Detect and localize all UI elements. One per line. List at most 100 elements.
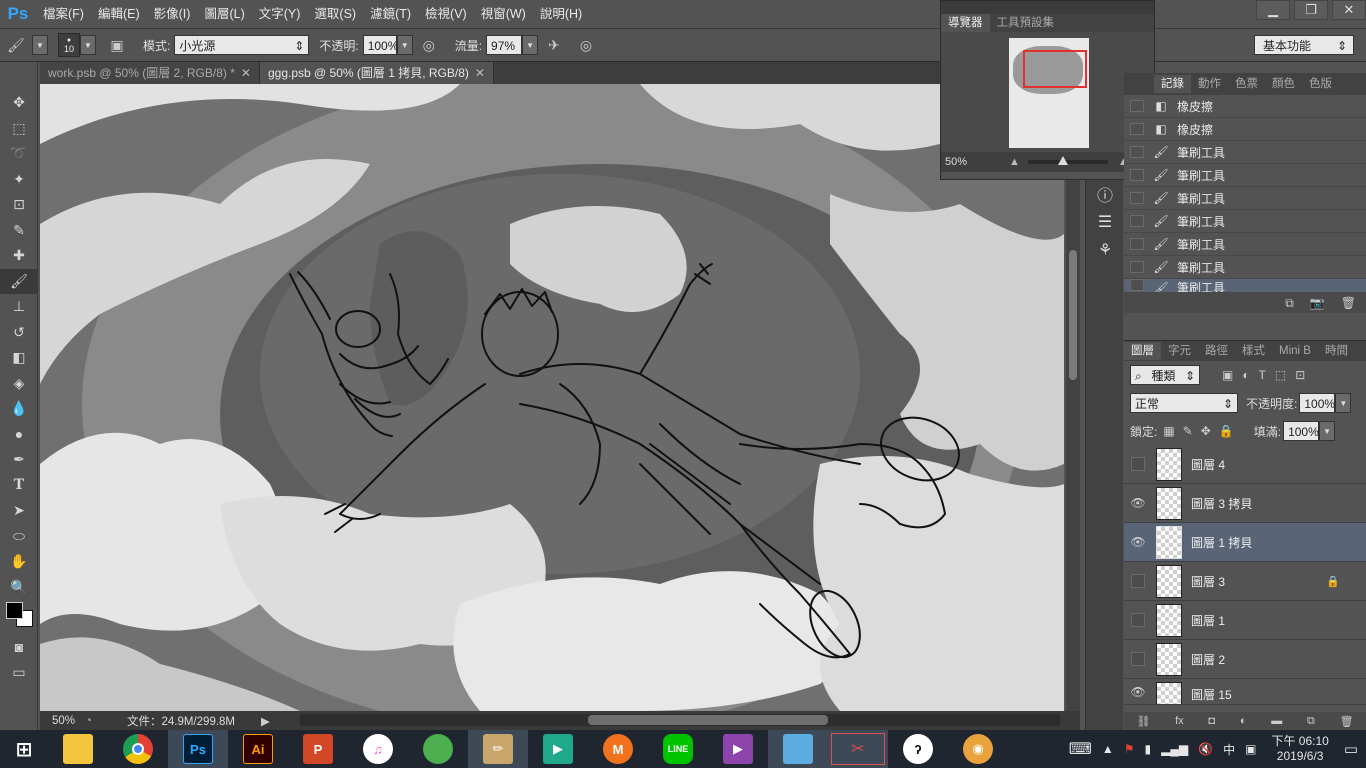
history-item[interactable]: 🖌 筆刷工具 (1124, 164, 1366, 187)
opacity-dropdown-icon[interactable]: ▼ (1335, 393, 1352, 413)
status-arrow-icon[interactable]: ▶ (261, 714, 270, 728)
trash-icon[interactable]: 🗑 (1341, 296, 1356, 310)
menu-help[interactable]: 說明(H) (533, 0, 589, 28)
history-brush-icon[interactable]: ↺ (0, 320, 38, 346)
hand-icon[interactable]: ✋ (0, 549, 38, 575)
taskbar-snipping-tool[interactable]: ✂ (828, 730, 888, 768)
taskbar-chrome[interactable] (108, 730, 168, 768)
adjustment-layer-icon[interactable]: ◐ (1240, 715, 1247, 727)
opacity-input[interactable]: 100% (362, 35, 398, 55)
taskbar-notes-app[interactable] (768, 730, 828, 768)
link-icon[interactable]: ⛓ (1136, 715, 1150, 728)
taskbar-pencil-app[interactable]: ✏ (468, 730, 528, 768)
new-layer-icon[interactable]: ⧉ (1307, 715, 1315, 728)
status-menu-icon[interactable]: ◔ (85, 715, 103, 727)
horizontal-scroll-thumb[interactable] (588, 715, 828, 725)
tab-color[interactable]: 顏色 (1265, 75, 1302, 93)
layer-row[interactable]: 👁 圖層 15 (1124, 679, 1366, 705)
history-snapshot-toggle[interactable] (1130, 123, 1144, 135)
start-button[interactable]: ⊞ (0, 730, 48, 768)
brush-icon[interactable]: 🖌 (0, 268, 38, 294)
tab-swatches[interactable]: 色票 (1228, 75, 1265, 93)
taskbar-file-explorer[interactable] (48, 730, 108, 768)
layer-row[interactable]: 圖層 3 🔒 (1124, 562, 1366, 601)
path-select-icon[interactable]: ➤ (0, 498, 38, 524)
layer-row[interactable]: 圖層 4 (1124, 445, 1366, 484)
taskbar-painter[interactable] (408, 730, 468, 768)
eraser-icon[interactable]: ◧ (0, 345, 38, 371)
tab-character[interactable]: 字元 (1161, 342, 1198, 360)
new-document-from-state-icon[interactable]: ⧉ (1285, 296, 1294, 311)
eyedropper-icon[interactable]: ✎ (0, 218, 38, 244)
zoom-out-icon[interactable]: ▲ (1009, 156, 1020, 168)
ime-indicator[interactable]: 中 (1223, 741, 1235, 758)
taskbar-itunes[interactable]: ♫ (348, 730, 408, 768)
tab-mini-bridge[interactable]: Mini B (1272, 342, 1318, 360)
opacity-dropdown-icon[interactable]: ▼ (396, 35, 413, 55)
pressure-size-icon[interactable]: ◎ (575, 34, 597, 56)
pen-icon[interactable]: ✒ (0, 447, 38, 473)
history-item[interactable]: 🖌 筆刷工具 (1124, 233, 1366, 256)
chevron-up-icon[interactable]: ▲ (1102, 742, 1114, 756)
history-item[interactable]: ◧ 橡皮擦 (1124, 95, 1366, 118)
dodge-icon[interactable]: ● (0, 422, 38, 448)
flow-input[interactable]: 97% (486, 35, 523, 55)
menu-file[interactable]: 檔案(F) (36, 0, 91, 28)
blend-mode-select[interactable]: 正常 ⇕ (1130, 393, 1238, 413)
quick-mask-icon[interactable]: ◙ (0, 634, 38, 660)
history-item-current[interactable]: 🖌 筆刷工具 (1124, 279, 1366, 293)
flow-dropdown-icon[interactable]: ▼ (522, 35, 539, 55)
screen-mode-icon[interactable]: ▭ (0, 660, 38, 686)
taskbar-clip-studio[interactable]: ʔ (888, 730, 948, 768)
workspace-select[interactable]: 基本功能 ⇕ (1254, 35, 1354, 55)
clone-stamp-icon[interactable]: ⊥ (0, 294, 38, 320)
brush-presets-icon[interactable]: ⚘ (1086, 236, 1124, 264)
layer-filter-select[interactable]: ⌕ 種類 ⇕ (1130, 365, 1200, 385)
group-folder-icon[interactable]: ▬ (1271, 715, 1282, 727)
fill-dropdown-icon[interactable]: ▼ (1319, 421, 1336, 441)
layer-row-selected[interactable]: 👁 圖層 1 拷貝 (1124, 523, 1366, 562)
mode-select[interactable]: 小光源 ⇕ (174, 35, 310, 55)
layer-row[interactable]: 👁 圖層 3 拷貝 (1124, 484, 1366, 523)
blur-icon[interactable]: 💧 (0, 396, 38, 422)
tab-work-psb[interactable]: work.psb @ 50% (圖層 2, RGB/8) * ✕ (40, 62, 260, 84)
tab-tool-presets[interactable]: 工具預設集 (990, 14, 1062, 32)
panel-header[interactable] (941, 1, 1154, 14)
clock[interactable]: 下午 06:10 2019/6/3 (1271, 734, 1328, 764)
navigator-zoom[interactable]: 50% (945, 156, 1001, 168)
move-icon[interactable]: ✥ (0, 90, 38, 116)
zoom-icon[interactable]: 🔍 (0, 575, 38, 601)
lasso-icon[interactable]: ➰ (0, 141, 38, 167)
tab-paths[interactable]: 路徑 (1198, 342, 1235, 360)
notification-icon[interactable]: ▭ (1344, 740, 1358, 758)
brush-size-picker[interactable]: ● 10 (58, 33, 80, 57)
tab-history[interactable]: 記錄 (1154, 75, 1191, 93)
history-item[interactable]: ◧ 橡皮擦 (1124, 118, 1366, 141)
history-item[interactable]: 🖌 筆刷工具 (1124, 141, 1366, 164)
eye-icon[interactable]: 👁 (1124, 679, 1152, 704)
snapshot-icon[interactable]: 📷 (1310, 296, 1325, 310)
history-snapshot-toggle[interactable] (1130, 215, 1144, 227)
taskbar-mega[interactable]: M (588, 730, 648, 768)
trash-icon[interactable]: 🗑 (1340, 715, 1354, 728)
ellipse-icon[interactable]: ⬭ (0, 524, 38, 550)
brush-tool-preset-icon[interactable]: 🖌 (5, 34, 27, 56)
visibility-toggle[interactable] (1124, 445, 1152, 484)
minimize-icon[interactable]: ▁ (1256, 0, 1290, 20)
taskbar-line[interactable]: LINE (648, 730, 708, 768)
menu-type[interactable]: 文字(Y) (252, 0, 308, 28)
close-icon[interactable]: ✕ (475, 66, 485, 80)
lock-options-icons[interactable]: ▦✎✥🔒 (1163, 424, 1241, 438)
history-item[interactable]: 🖌 筆刷工具 (1124, 256, 1366, 279)
battery-icon[interactable]: ▮ (1145, 742, 1152, 756)
info-icon[interactable]: ⓘ (1086, 180, 1124, 208)
eye-icon[interactable]: 👁 (1124, 484, 1152, 523)
marquee-icon[interactable]: ⬚ (0, 116, 38, 142)
fx-icon[interactable]: fx (1175, 715, 1184, 727)
menu-image[interactable]: 影像(I) (147, 0, 198, 28)
close-icon[interactable]: ✕ (241, 66, 251, 80)
layer-filter-icons[interactable]: ▣◐T⬚⊡ (1222, 368, 1314, 382)
eye-icon[interactable]: 👁 (1124, 523, 1152, 562)
taskbar-powerpoint[interactable]: P (288, 730, 348, 768)
menu-window[interactable]: 視窗(W) (474, 0, 533, 28)
